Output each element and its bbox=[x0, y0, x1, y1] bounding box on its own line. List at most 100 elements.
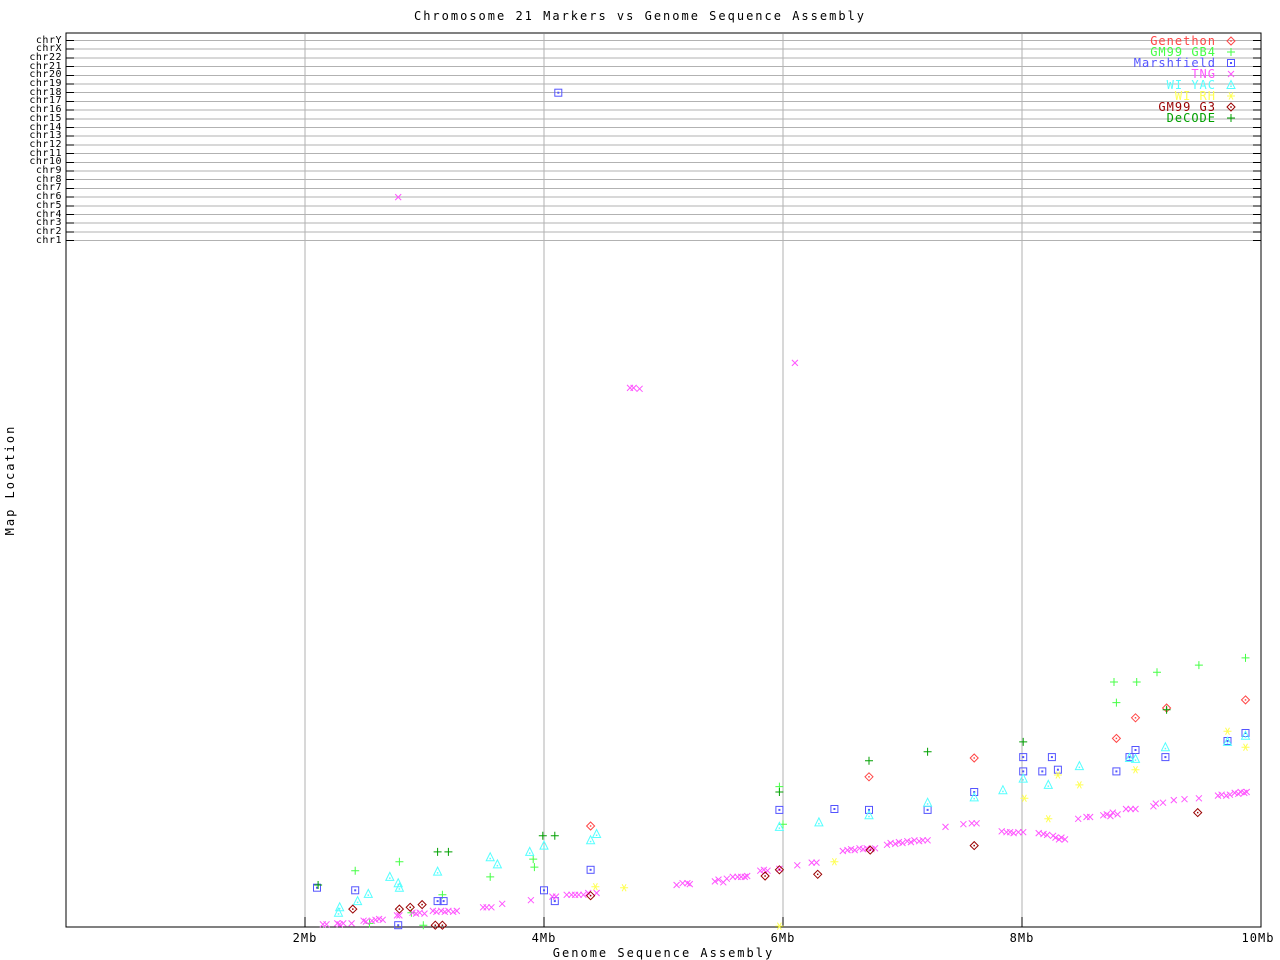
data-point bbox=[444, 847, 453, 856]
data-point bbox=[1047, 753, 1056, 762]
chart-canvas: Chromosome 21 Markers vs Genome Sequence… bbox=[0, 0, 1280, 960]
data-point bbox=[485, 851, 496, 862]
data-point bbox=[580, 891, 587, 899]
plot-border bbox=[65, 32, 1262, 928]
data-point bbox=[395, 857, 404, 866]
x-tick-label-2Mb: 2Mb bbox=[292, 931, 318, 945]
data-point bbox=[1240, 695, 1251, 705]
data-point bbox=[1038, 767, 1047, 776]
plot-area bbox=[65, 32, 1262, 930]
data-point bbox=[524, 846, 535, 856]
data-point bbox=[1153, 668, 1161, 677]
data-point bbox=[538, 831, 547, 840]
data-point bbox=[552, 893, 560, 900]
data-point bbox=[998, 784, 1008, 795]
legend-marker-icon bbox=[1227, 114, 1235, 122]
data-point bbox=[636, 385, 643, 393]
data-point bbox=[1019, 753, 1028, 762]
data-point bbox=[813, 859, 820, 866]
data-point bbox=[1152, 800, 1160, 807]
data-point bbox=[1075, 781, 1084, 789]
chart-title: Chromosome 21 Markers vs Genome Sequence… bbox=[413, 9, 866, 23]
data-point bbox=[498, 900, 506, 908]
data-point bbox=[814, 816, 824, 827]
data-point bbox=[1195, 794, 1203, 802]
data-point bbox=[421, 910, 428, 917]
data-point bbox=[352, 895, 363, 906]
data-point bbox=[394, 904, 405, 914]
data-point bbox=[830, 805, 839, 813]
data-point bbox=[1181, 795, 1188, 803]
data-point bbox=[550, 831, 559, 840]
x-tick-label-10Mb: 10Mb bbox=[1241, 931, 1275, 945]
data-point bbox=[486, 872, 495, 881]
data-point bbox=[620, 883, 629, 892]
data-point bbox=[1192, 807, 1203, 818]
data-point bbox=[1161, 753, 1170, 762]
data-point bbox=[793, 861, 801, 869]
data-point bbox=[1019, 737, 1028, 746]
data-point bbox=[923, 747, 932, 756]
data-point bbox=[1044, 815, 1053, 823]
data-point bbox=[942, 823, 949, 831]
data-point bbox=[586, 865, 595, 874]
data-point bbox=[969, 840, 979, 851]
data-point bbox=[1170, 796, 1178, 804]
data-point bbox=[969, 791, 980, 802]
data-point bbox=[775, 788, 784, 796]
data-point bbox=[1130, 713, 1141, 723]
data-point bbox=[1131, 746, 1140, 754]
data-point bbox=[1053, 765, 1062, 774]
data-point bbox=[1132, 805, 1139, 813]
data-point bbox=[774, 865, 785, 875]
data-point bbox=[1110, 678, 1118, 686]
data-point bbox=[864, 809, 874, 820]
data-point bbox=[433, 847, 442, 856]
data-point bbox=[384, 871, 395, 881]
y-axis-label: Map Location bbox=[3, 424, 17, 536]
data-point bbox=[488, 903, 495, 911]
data-point bbox=[1159, 799, 1167, 807]
data-point bbox=[973, 819, 980, 827]
data-point bbox=[1086, 813, 1094, 821]
x-tick-label-8Mb: 8Mb bbox=[1009, 931, 1035, 945]
data-point bbox=[363, 888, 374, 898]
data-point bbox=[865, 756, 873, 765]
data-point bbox=[1019, 828, 1027, 836]
data-point bbox=[1053, 771, 1062, 779]
data-point bbox=[775, 805, 784, 814]
data-point bbox=[394, 921, 403, 930]
data-point bbox=[1241, 743, 1250, 752]
data-point bbox=[630, 384, 637, 392]
data-point bbox=[923, 805, 932, 814]
data-point bbox=[348, 920, 355, 927]
legend-label: DeCODE bbox=[1166, 111, 1216, 125]
data-point bbox=[1112, 698, 1121, 707]
data-point bbox=[530, 863, 539, 872]
data-point bbox=[419, 921, 428, 930]
data-point bbox=[432, 865, 443, 876]
data-point bbox=[351, 886, 360, 895]
data-point bbox=[1043, 779, 1054, 789]
data-point bbox=[922, 797, 933, 807]
data-point bbox=[333, 907, 344, 917]
data-point bbox=[812, 869, 823, 880]
data-point bbox=[1074, 760, 1085, 771]
x-axis-label: Genome Sequence Assembly bbox=[552, 946, 775, 960]
data-point bbox=[864, 772, 874, 782]
data-point bbox=[673, 881, 680, 889]
data-point bbox=[774, 821, 785, 831]
data-point bbox=[527, 896, 535, 904]
data-point bbox=[1112, 767, 1121, 776]
data-point bbox=[1111, 733, 1122, 744]
chr-label-chr1: chr1 bbox=[35, 234, 62, 246]
data-point bbox=[969, 753, 979, 763]
data-point bbox=[417, 899, 427, 910]
data-point bbox=[1074, 815, 1082, 823]
data-point bbox=[775, 922, 784, 930]
data-point bbox=[1194, 661, 1203, 670]
data-point bbox=[1241, 653, 1250, 662]
legend-row-decode: DeCODE bbox=[995, 112, 1237, 124]
data-point bbox=[1160, 741, 1171, 752]
data-point bbox=[591, 828, 602, 838]
